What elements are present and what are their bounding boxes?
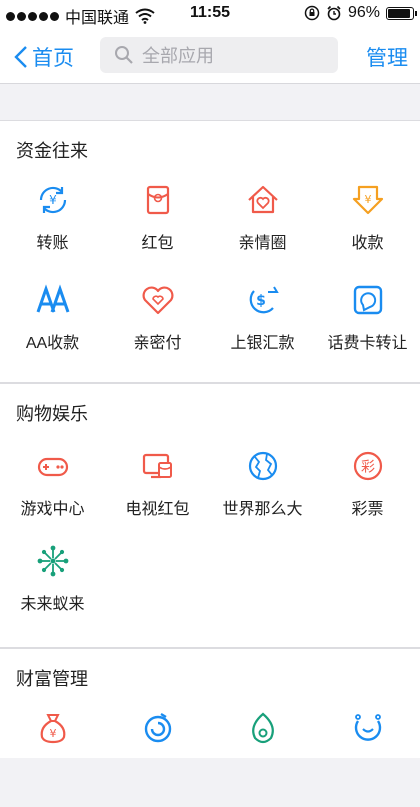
app-tv-envelope[interactable]: 电视红包	[105, 449, 210, 545]
app-future-ant[interactable]: 未来蚁来	[0, 544, 105, 640]
globe-icon	[248, 451, 278, 481]
red-envelope-icon	[146, 185, 170, 215]
app-label: 亲情圈	[238, 235, 287, 252]
section-title: 购物娱乐	[16, 404, 88, 424]
status-bar: 中国联通 11:55 96%	[0, 0, 420, 28]
app-label: 收款	[351, 235, 384, 252]
app-wealth-2[interactable]	[105, 711, 210, 807]
gamepad-icon	[37, 457, 69, 477]
app-intimate-pay[interactable]: 亲密付	[105, 283, 210, 379]
app-world-so-big[interactable]: 世界那么大	[210, 449, 315, 545]
smile-icon	[354, 714, 382, 741]
battery-icon	[386, 6, 417, 20]
app-lottery[interactable]: 彩 彩票	[315, 449, 420, 545]
swirl-icon	[144, 712, 172, 743]
app-label: 电视红包	[125, 501, 190, 518]
remittance-icon: $	[249, 286, 279, 314]
app-family-circle[interactable]: 亲情圈	[210, 183, 315, 279]
section-shopping: 购物娱乐 游戏中心 电视红包 世界那么大 彩 彩票 未来蚁来	[0, 383, 420, 648]
app-label: 彩票	[351, 501, 384, 518]
app-remittance[interactable]: $ 上银汇款	[210, 283, 315, 379]
aa-icon	[36, 284, 70, 313]
svg-text:彩: 彩	[361, 460, 375, 476]
app-label: AA收款	[25, 335, 80, 352]
app-label: 未来蚁来	[20, 596, 85, 613]
app-label: 上银汇款	[230, 335, 295, 352]
tv-envelope-icon	[142, 453, 172, 479]
app-transfer[interactable]: ¥ 转账	[0, 183, 105, 279]
section-title: 资金往来	[16, 141, 88, 161]
manage-button[interactable]: 管理	[366, 42, 408, 72]
section-funds: 资金往来 ¥ 转账 红包 亲情圈 ¥ 收款 AA收款 亲密付 $ 上银汇款 话费…	[0, 120, 420, 383]
app-label: 亲密付	[133, 335, 182, 352]
app-receive-money[interactable]: ¥ 收款	[315, 183, 420, 279]
app-wealth-1[interactable]: ¥	[0, 711, 105, 807]
section-wealth: 财富管理 ¥	[0, 648, 420, 758]
app-phone-card-transfer[interactable]: 话费卡转让	[315, 283, 420, 379]
nav-bar: 首页 全部应用 管理	[0, 28, 420, 84]
app-aa-collect[interactable]: AA收款	[0, 283, 105, 379]
leaf-icon	[252, 712, 274, 744]
back-button[interactable]: 首页	[14, 42, 74, 72]
phone-card-icon	[353, 285, 383, 315]
battery-percent: 96%	[347, 4, 380, 21]
app-label: 话费卡转让	[327, 335, 408, 352]
app-red-envelope[interactable]: 红包	[105, 183, 210, 279]
alarm-icon	[327, 5, 341, 21]
burst-icon	[37, 545, 69, 577]
back-label: 首页	[32, 47, 74, 70]
search-icon	[115, 46, 133, 64]
app-label: 红包	[141, 235, 174, 252]
app-game-center[interactable]: 游戏中心	[0, 449, 105, 545]
svg-text:$: $	[256, 293, 266, 309]
family-house-icon	[248, 185, 278, 214]
app-label: 转账	[36, 235, 69, 252]
receive-money-icon: ¥	[352, 185, 384, 215]
svg-text:¥: ¥	[365, 193, 372, 206]
intimate-pay-icon	[142, 286, 174, 315]
search-input[interactable]: 全部应用	[100, 37, 338, 73]
app-label: 世界那么大	[222, 501, 303, 518]
app-wealth-4[interactable]	[315, 711, 420, 807]
lottery-icon: 彩	[353, 451, 383, 481]
rotation-lock-icon	[304, 5, 320, 21]
app-label: 游戏中心	[20, 501, 85, 518]
transfer-icon: ¥	[39, 186, 67, 214]
section-title: 财富管理	[16, 669, 88, 689]
money-bag-icon: ¥	[40, 714, 66, 744]
svg-text:¥: ¥	[50, 727, 57, 740]
svg-text:¥: ¥	[49, 193, 57, 207]
chevron-left-icon	[14, 46, 27, 68]
app-wealth-3[interactable]	[210, 711, 315, 807]
search-placeholder: 全部应用	[142, 46, 214, 66]
